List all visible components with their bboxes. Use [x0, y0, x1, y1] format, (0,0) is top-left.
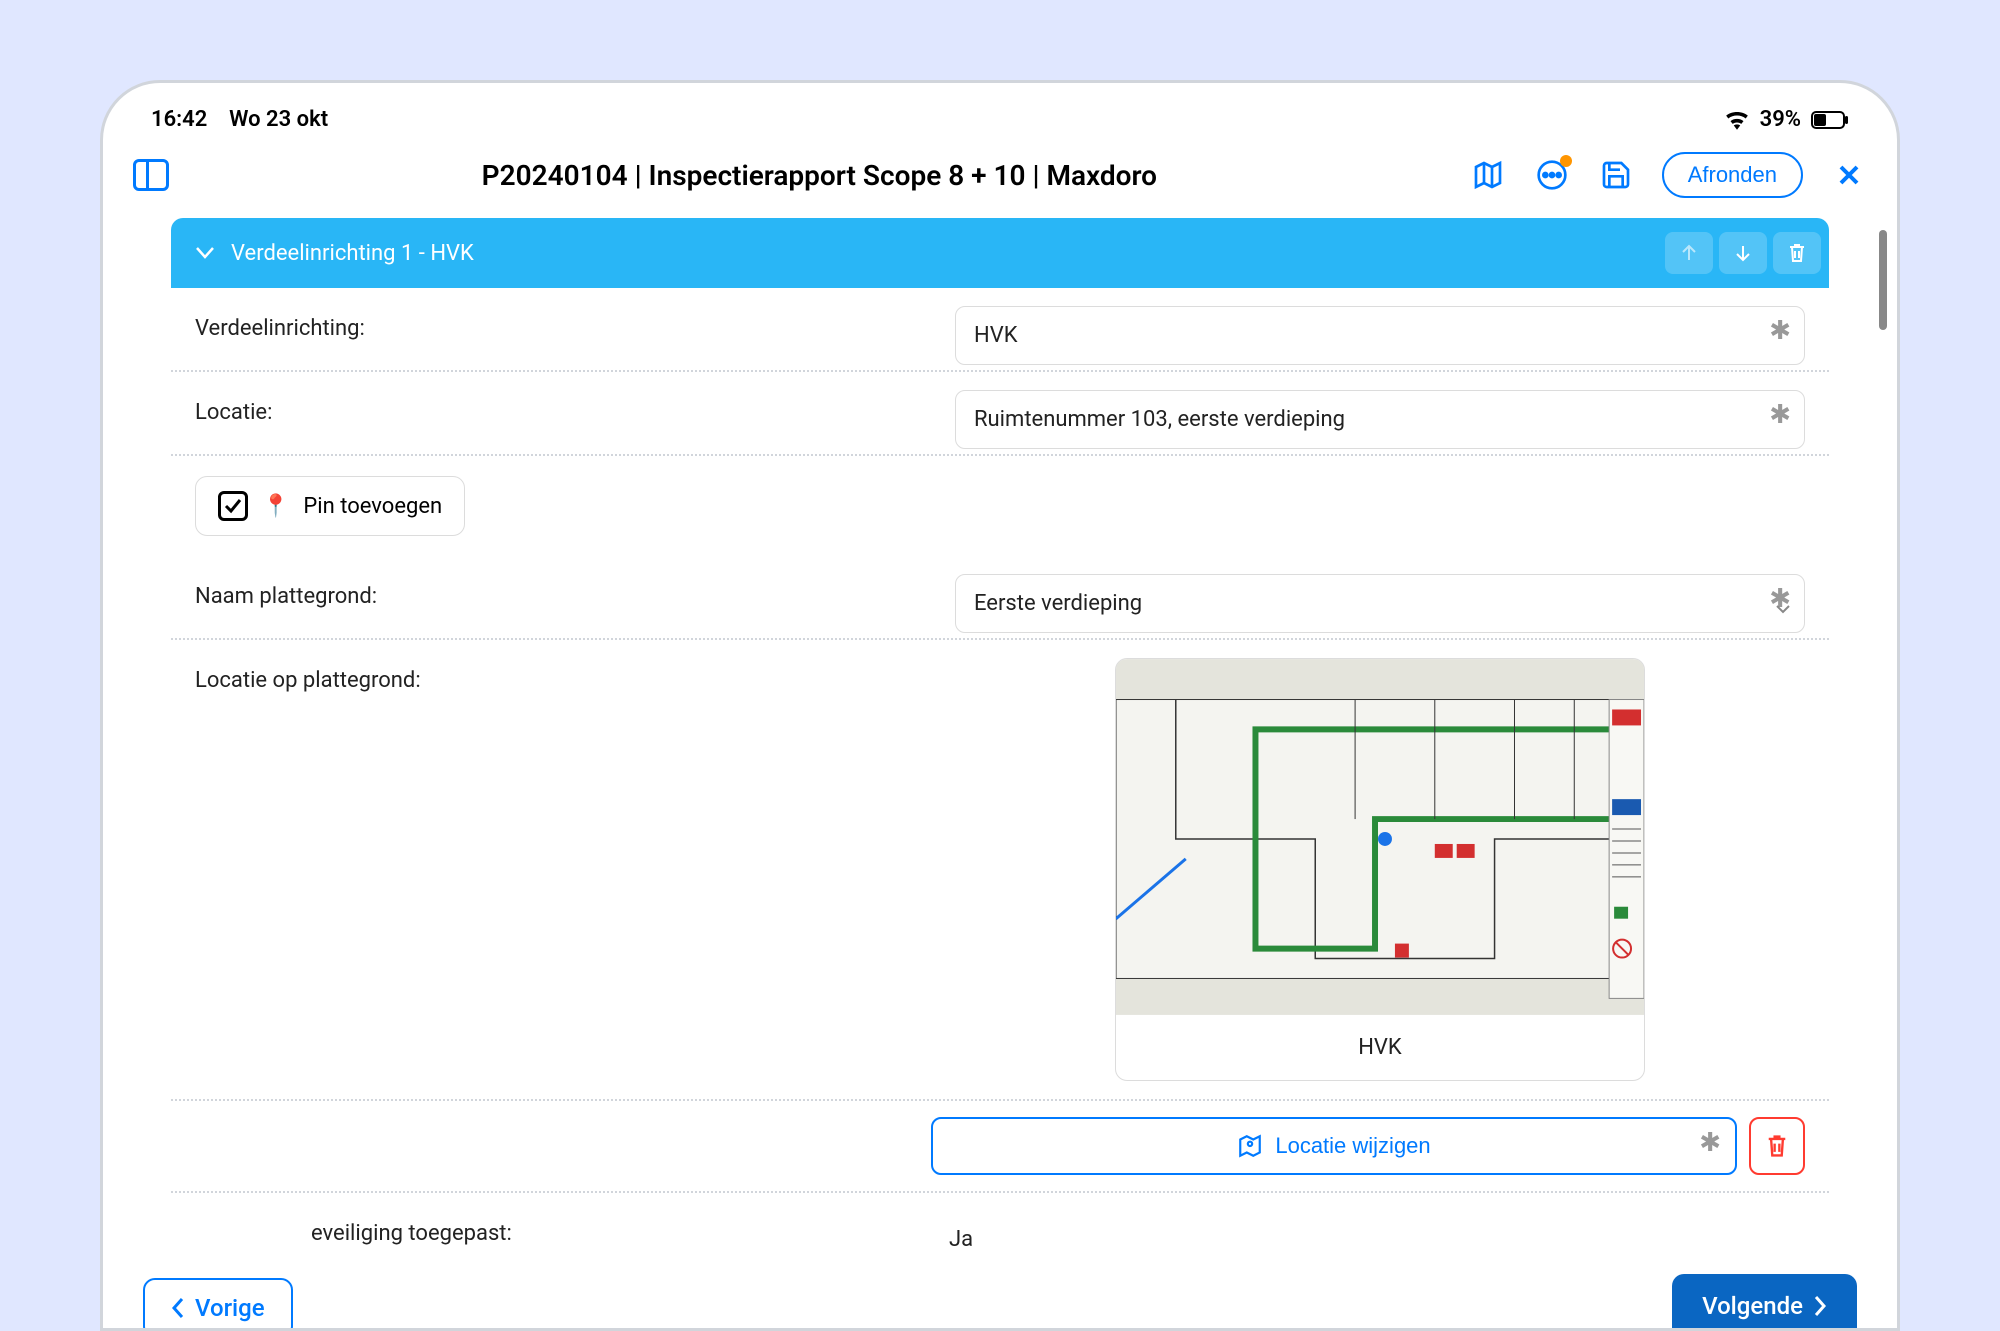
header-actions: Afronden	[1470, 152, 1867, 198]
chevron-left-icon	[171, 1297, 185, 1319]
delete-panel-button[interactable]	[1773, 232, 1821, 274]
panel-body: Verdeelinrichting: HVK ✱ Locatie: Ruimte…	[171, 288, 1829, 1277]
status-left: 16:42 Wo 23 okt	[151, 107, 328, 132]
label-locatie: Locatie:	[195, 390, 955, 425]
scroll-indicator[interactable]	[1879, 230, 1887, 330]
floorplan-card[interactable]: HVK	[1115, 658, 1645, 1081]
save-icon[interactable]	[1598, 157, 1634, 193]
status-right: 39%	[1724, 107, 1849, 132]
content-area: Verdeelinrichting 1 - HVK Verdeelinricht…	[103, 218, 1897, 1283]
required-icon: ✱	[1769, 400, 1791, 430]
status-date: Wo 23 okt	[229, 107, 328, 132]
pin-toggle-button[interactable]: 📍 Pin toevoegen	[195, 476, 465, 536]
trash-icon	[1765, 1133, 1789, 1159]
floorplan-caption: HVK	[1116, 1015, 1644, 1080]
app-header: P20240104 | Inspectierapport Scope 8 + 1…	[103, 140, 1897, 218]
chevron-down-icon	[195, 241, 215, 266]
row-verdeelinrichting: Verdeelinrichting: HVK ✱	[171, 288, 1829, 372]
change-location-button[interactable]: Locatie wijzigen ✱	[931, 1117, 1737, 1175]
row-beveiliging: eveiliging toegepast: Ja	[171, 1193, 1829, 1277]
row-locatie-op-plattegrond: Locatie op plattegrond:	[171, 640, 1829, 1101]
change-location-label: Locatie wijzigen	[1275, 1133, 1430, 1159]
pin-checkbox[interactable]	[218, 491, 248, 521]
battery-percent: 39%	[1760, 107, 1801, 132]
input-beveiliging[interactable]: Ja	[931, 1211, 1805, 1268]
label-verdeelinrichting: Verdeelinrichting:	[195, 306, 955, 341]
input-locatie[interactable]: Ruimtenummer 103, eerste verdieping	[955, 390, 1805, 449]
previous-label: Vorige	[195, 1294, 265, 1322]
row-pin: 📍 Pin toevoegen	[171, 456, 1829, 556]
tablet-frame: 16:42 Wo 23 okt 39% P20240104 | Inspecti…	[100, 80, 1900, 1331]
next-button[interactable]: Volgende	[1672, 1274, 1857, 1331]
panel-header[interactable]: Verdeelinrichting 1 - HVK	[171, 218, 1829, 288]
status-time: 16:42	[151, 107, 207, 132]
previous-button[interactable]: Vorige	[143, 1278, 293, 1331]
panel-header-actions	[1659, 232, 1821, 274]
next-label: Volgende	[1702, 1292, 1803, 1320]
select-naam-plattegrond[interactable]: Eerste verdieping	[955, 574, 1805, 633]
battery-icon	[1811, 111, 1849, 129]
sidebar-toggle-icon[interactable]	[133, 159, 169, 191]
status-bar: 16:42 Wo 23 okt 39%	[103, 83, 1897, 140]
label-locatie-op: Locatie op plattegrond:	[195, 658, 955, 1081]
page-title: P20240104 | Inspectierapport Scope 8 + 1…	[193, 159, 1446, 192]
required-icon: ✱	[1699, 1127, 1721, 1158]
required-icon: ✱	[1769, 316, 1791, 346]
header-left	[133, 159, 169, 191]
more-icon[interactable]	[1534, 157, 1570, 193]
panel-title: Verdeelinrichting 1 - HVK	[231, 241, 1659, 266]
pin-icon: 📍	[262, 494, 289, 519]
move-down-button[interactable]	[1719, 232, 1767, 274]
pin-label: Pin toevoegen	[303, 494, 442, 519]
delete-location-button[interactable]	[1749, 1117, 1805, 1175]
notification-dot	[1560, 155, 1572, 167]
panel: Verdeelinrichting 1 - HVK Verdeelinricht…	[171, 218, 1829, 1277]
label-beveiliging: eveiliging toegepast:	[171, 1211, 931, 1246]
close-icon[interactable]	[1831, 157, 1867, 193]
row-location-action: Locatie wijzigen ✱	[171, 1101, 1829, 1193]
afronden-button[interactable]: Afronden	[1662, 152, 1803, 198]
wifi-icon	[1724, 110, 1750, 130]
map-icon[interactable]	[1470, 157, 1506, 193]
map-pin-icon	[1237, 1133, 1263, 1159]
row-locatie: Locatie: Ruimtenummer 103, eerste verdie…	[171, 372, 1829, 456]
chevron-down-icon	[1775, 600, 1791, 619]
label-naam-plattegrond: Naam plattegrond:	[195, 574, 955, 609]
input-verdeelinrichting[interactable]: HVK	[955, 306, 1805, 365]
row-naam-plattegrond: Naam plattegrond: Eerste verdieping ✱	[171, 556, 1829, 640]
floorplan-image	[1116, 659, 1644, 1015]
chevron-right-icon	[1813, 1295, 1827, 1317]
move-up-button[interactable]	[1665, 232, 1713, 274]
